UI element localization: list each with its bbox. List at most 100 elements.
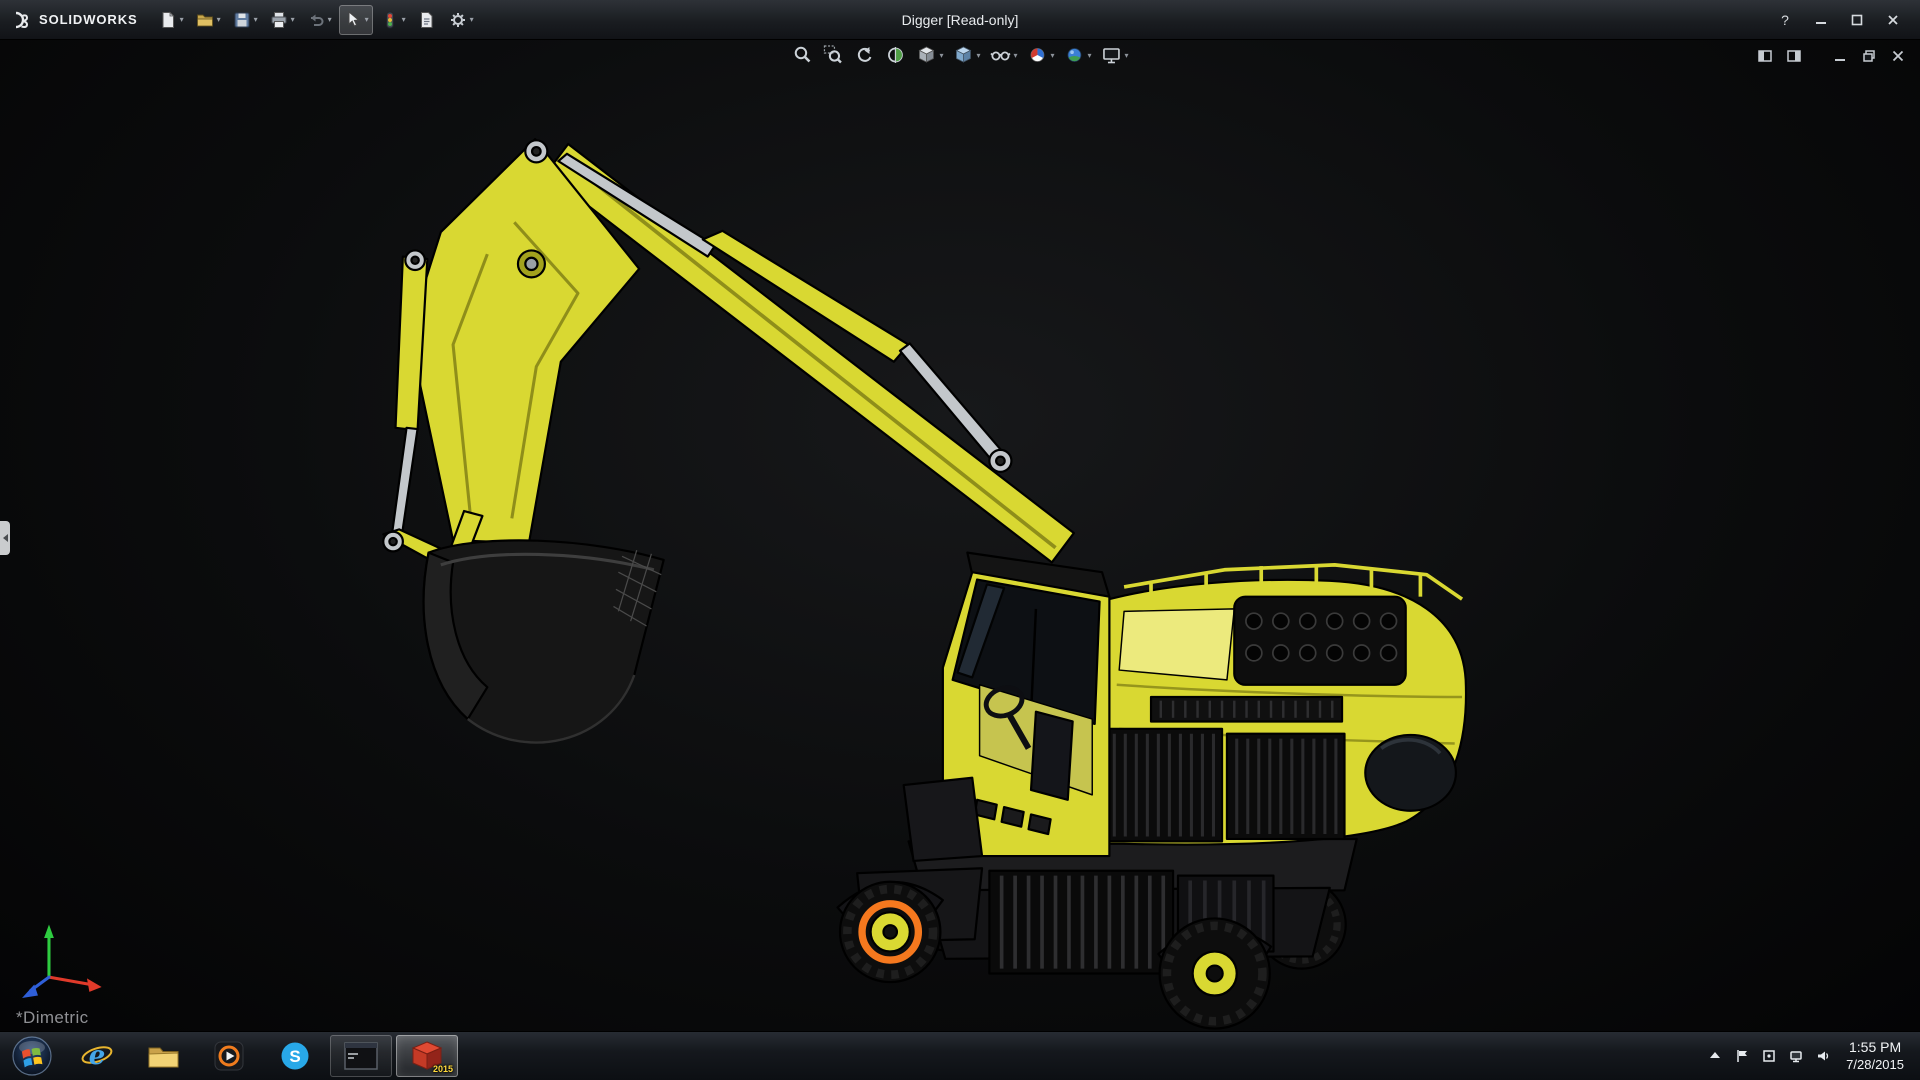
windows-start-icon — [12, 1036, 52, 1076]
taskbar-media-player[interactable] — [198, 1035, 260, 1077]
dropdown-chevron[interactable]: ▾ — [291, 15, 295, 24]
dropdown-chevron[interactable]: ▾ — [939, 51, 943, 60]
3ds-logo-icon — [15, 11, 29, 28]
taskbar-clock[interactable]: 1:55 PM 7/28/2015 — [1842, 1038, 1904, 1073]
help-button[interactable]: ? — [1770, 8, 1800, 32]
apply-scene-button[interactable]: ▾ — [1062, 43, 1094, 67]
solidworks-version-badge: 2015 — [432, 1064, 453, 1074]
view-orientation-cube-icon — [918, 46, 935, 63]
brand-text: SOLIDWORKS — [39, 12, 138, 27]
digger-model[interactable] — [382, 137, 1468, 1030]
taskbar-internet-explorer[interactable]: e — [66, 1035, 128, 1077]
zoom-to-area-button[interactable] — [820, 43, 846, 67]
show-hidden-icons-button[interactable] — [1707, 1048, 1723, 1064]
window-controls: ? — [1770, 8, 1920, 32]
flag-icon — [1737, 1050, 1748, 1062]
open-document-button[interactable]: ▾ — [191, 5, 225, 35]
command-prompt-icon — [344, 1042, 378, 1070]
dropdown-chevron[interactable]: ▾ — [1088, 51, 1092, 60]
wheel-front-near-selected[interactable] — [838, 880, 942, 984]
dropdown-chevron[interactable]: ▾ — [1051, 51, 1055, 60]
rebuild-icon — [385, 11, 394, 28]
zoom-to-area-icon — [823, 45, 842, 64]
minimize-button[interactable] — [1806, 8, 1836, 32]
action-center-button[interactable] — [1734, 1048, 1750, 1064]
dropdown-chevron[interactable]: ▾ — [402, 15, 406, 24]
close-button[interactable] — [1878, 8, 1908, 32]
previous-view-button[interactable] — [851, 43, 877, 67]
child-minimize-button[interactable] — [1830, 47, 1850, 65]
skype-icon: S — [281, 1042, 309, 1070]
view-settings-icon — [1103, 48, 1120, 64]
pane-left-button[interactable] — [1755, 47, 1775, 65]
save-button[interactable]: ▾ — [228, 5, 262, 35]
windows-taskbar: e S 2015 1:55 PM 7/28/2015 — [0, 1031, 1920, 1080]
pane-right-icon — [1787, 50, 1801, 62]
dropdown-chevron[interactable]: ▾ — [180, 15, 184, 24]
hide-show-items-button[interactable]: ▾ — [987, 43, 1019, 67]
dropdown-chevron[interactable]: ▾ — [328, 15, 332, 24]
taskbar-command-prompt[interactable] — [330, 1035, 392, 1077]
file-properties-button[interactable] — [413, 5, 441, 35]
volume-button[interactable] — [1815, 1048, 1831, 1064]
taskbar-skype[interactable]: S — [264, 1035, 326, 1077]
dropdown-chevron[interactable]: ▾ — [1125, 51, 1129, 60]
options-gear-icon — [450, 12, 465, 27]
dropdown-chevron[interactable]: ▾ — [365, 15, 369, 24]
view-settings-button[interactable]: ▾ — [1099, 43, 1131, 67]
wheel-rear-near[interactable] — [1158, 917, 1271, 1030]
section-view-button[interactable] — [882, 43, 908, 67]
zoom-to-fit-icon — [794, 46, 811, 63]
taskbar-file-explorer[interactable] — [132, 1035, 194, 1077]
close-icon — [1888, 14, 1898, 25]
edit-appearance-button[interactable]: ▾ — [1025, 43, 1057, 67]
undo-icon — [310, 14, 324, 26]
section-view-icon — [888, 47, 903, 63]
view-orientation-button[interactable]: ▾ — [913, 43, 945, 67]
network-button[interactable] — [1788, 1048, 1804, 1064]
save-icon — [234, 12, 250, 27]
folder-icon — [148, 1047, 178, 1068]
tray-app-button[interactable] — [1761, 1048, 1777, 1064]
previous-view-icon — [857, 47, 872, 62]
dropdown-chevron[interactable]: ▾ — [1013, 51, 1017, 60]
orientation-triad[interactable] — [22, 924, 102, 998]
internet-explorer-icon: e — [81, 1041, 113, 1071]
tray-app-icon — [1763, 1050, 1775, 1062]
dropdown-chevron[interactable]: ▾ — [254, 15, 258, 24]
undo-button[interactable]: ▾ — [302, 5, 336, 35]
child-restore-button[interactable] — [1859, 47, 1879, 65]
start-button[interactable] — [0, 1032, 64, 1080]
options-button[interactable]: ▾ — [444, 5, 478, 35]
zoom-to-fit-button[interactable] — [789, 43, 815, 67]
app-titlebar: SOLIDWORKS ▾ ▾ ▾ ▾ ▾ ▾ ▾ ▾ Digger [Read-… — [0, 0, 1920, 40]
graphics-area[interactable]: ▾ ▾ ▾ ▾ ▾ ▾ *Dimetric — [0, 40, 1920, 1031]
minimize-icon — [1816, 21, 1826, 24]
maximize-button[interactable] — [1842, 8, 1872, 32]
pane-left-icon — [1758, 50, 1772, 62]
clock-time: 1:55 PM — [1849, 1039, 1902, 1056]
child-minimize-icon — [1835, 59, 1845, 61]
upper-body[interactable] — [1103, 563, 1468, 846]
quick-access-toolbar: ▾ ▾ ▾ ▾ ▾ ▾ ▾ ▾ — [154, 4, 478, 35]
solidworks-window: SOLIDWORKS ▾ ▾ ▾ ▾ ▾ ▾ ▾ ▾ Digger [Read-… — [0, 0, 1920, 1080]
pane-right-button[interactable] — [1784, 47, 1804, 65]
heads-up-view-toolbar: ▾ ▾ ▾ ▾ ▾ ▾ — [789, 43, 1130, 67]
appearance-ball-icon — [1030, 48, 1045, 62]
dropdown-chevron[interactable]: ▾ — [217, 15, 221, 24]
new-document-icon — [162, 11, 175, 28]
child-close-button[interactable] — [1888, 47, 1908, 65]
select-cursor-icon — [348, 10, 360, 27]
select-button[interactable]: ▾ — [338, 4, 373, 35]
taskbar-solidworks[interactable]: 2015 — [396, 1035, 458, 1077]
dropdown-chevron[interactable]: ▾ — [976, 51, 980, 60]
display-style-button[interactable]: ▾ — [950, 43, 982, 67]
rebuild-button[interactable]: ▾ — [376, 5, 410, 35]
child-close-icon — [1892, 50, 1904, 62]
new-document-button[interactable]: ▾ — [154, 5, 188, 35]
print-button[interactable]: ▾ — [265, 5, 299, 35]
digger-model-scene[interactable] — [0, 40, 1920, 1031]
featuremanager-collapse-tab[interactable] — [0, 520, 10, 555]
bucket[interactable] — [422, 539, 665, 744]
dropdown-chevron[interactable]: ▾ — [470, 15, 474, 24]
